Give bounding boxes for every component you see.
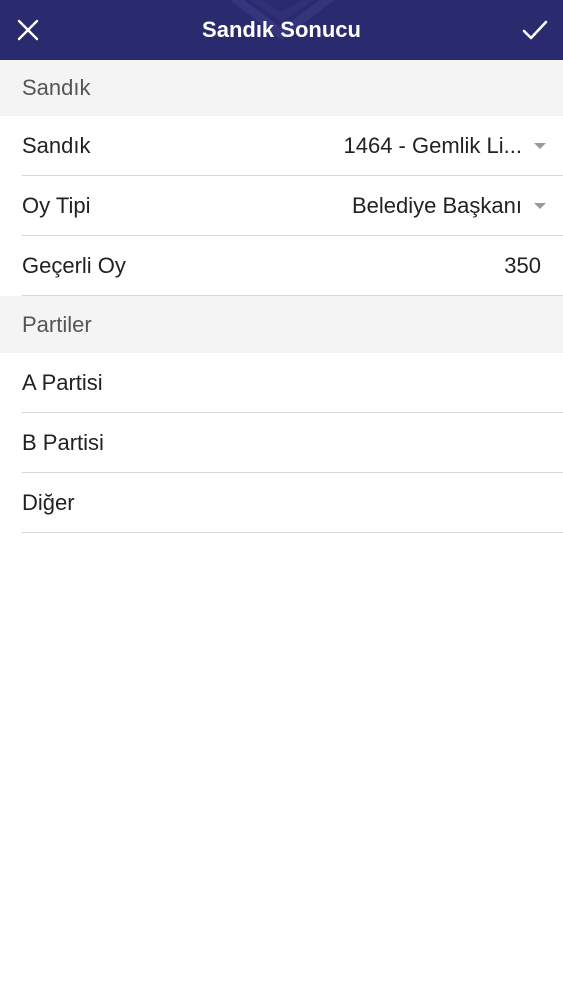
oy-tipi-label: Oy Tipi [22, 192, 91, 218]
oy-tipi-dropdown[interactable]: Belediye Başkanı [352, 193, 563, 219]
oy-tipi-select-row[interactable]: Oy Tipi Belediye Başkanı [22, 176, 563, 236]
header-background-pattern [230, 0, 334, 40]
dropdown-arrow-icon [534, 142, 546, 149]
gecerli-oy-value: 350 [504, 252, 541, 278]
section-header-partiler: Partiler [0, 296, 563, 353]
party-b-vote-input[interactable] [104, 413, 563, 472]
top-app-bar: Sandık Sonucu [0, 0, 563, 60]
app-screen: Sandık Sonucu Sandık Sandık 1464 - Gemli… [0, 0, 563, 1000]
sandik-select-row[interactable]: Sandık 1464 - Gemlik Li... [22, 116, 563, 176]
party-row-b[interactable]: B Partisi [22, 413, 563, 473]
party-other-label: Diğer [22, 489, 75, 515]
party-a-vote-input[interactable] [103, 353, 563, 412]
check-icon [522, 20, 548, 40]
party-row-other[interactable]: Diğer [22, 473, 563, 533]
sandik-selected-value: 1464 - Gemlik Li... [343, 132, 522, 158]
party-row-a[interactable]: A Partisi [22, 353, 563, 413]
confirm-button[interactable] [513, 8, 557, 52]
gecerli-oy-input[interactable]: 350 [504, 253, 541, 279]
gecerli-oy-row[interactable]: Geçerli Oy 350 [22, 236, 563, 296]
party-a-label: A Partisi [22, 369, 103, 395]
section-header-sandik: Sandık [0, 60, 563, 116]
party-other-vote-input[interactable] [75, 473, 563, 532]
close-button[interactable] [6, 8, 50, 52]
gecerli-oy-label: Geçerli Oy [22, 252, 126, 278]
dropdown-arrow-icon [534, 202, 546, 209]
sandik-dropdown[interactable]: 1464 - Gemlik Li... [343, 133, 563, 159]
sandik-label: Sandık [22, 132, 91, 158]
party-b-label: B Partisi [22, 429, 104, 455]
page-title: Sandık Sonucu [202, 17, 361, 42]
close-icon [17, 19, 39, 41]
oy-tipi-selected-value: Belediye Başkanı [352, 192, 522, 218]
